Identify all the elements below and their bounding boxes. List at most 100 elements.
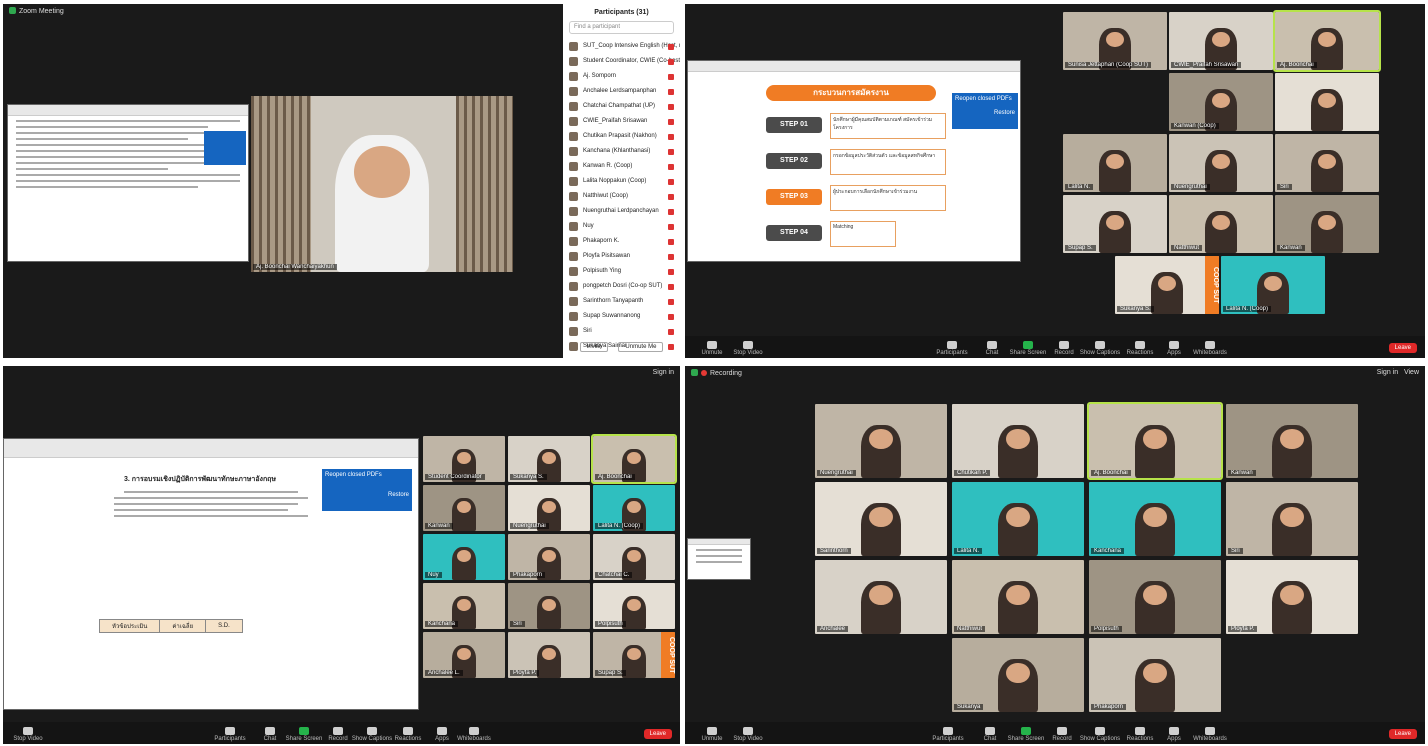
participant-name-label: Lalita N. bbox=[954, 548, 983, 554]
participant-video-tile[interactable]: Natthiwut bbox=[1169, 195, 1273, 253]
participant-video-tile[interactable]: Nuengruthai bbox=[1169, 134, 1273, 192]
participant-video-tile[interactable]: Lalita N. (Coop) bbox=[1221, 256, 1325, 314]
participant-video-tile[interactable]: Kanwan bbox=[423, 485, 505, 531]
step-01-label: STEP 01 bbox=[766, 117, 822, 133]
participant-video-tile[interactable]: Anchalee bbox=[815, 560, 947, 634]
participant-row[interactable]: Supap Suwannanong bbox=[563, 309, 680, 324]
participant-video-tile[interactable]: Lalita N. (Coop) bbox=[593, 485, 675, 531]
view-button[interactable]: View bbox=[1404, 369, 1419, 376]
participant-row[interactable]: Kanwan R. (Coop) bbox=[563, 159, 680, 174]
participant-video-tile[interactable]: Phakaporn bbox=[508, 534, 590, 580]
whiteboard-icon bbox=[1205, 341, 1215, 349]
leave-button[interactable]: Leave bbox=[643, 729, 672, 739]
participant-video-tile[interactable]: CWIE_Praifah Srisawan bbox=[1169, 12, 1273, 70]
speaker-video: Aj. Boonchai Wanchaiyakhun bbox=[251, 96, 513, 272]
participant-row[interactable]: Sarinthorn Tanyapanth bbox=[563, 294, 680, 309]
participant-row[interactable]: Phakaporn K. bbox=[563, 234, 680, 249]
participant-row[interactable]: Nuy bbox=[563, 219, 680, 234]
participant-row[interactable]: Natthiwut (Coop) bbox=[563, 189, 680, 204]
participant-video-tile[interactable]: Siri bbox=[1275, 134, 1379, 192]
stop-video-button[interactable]: Stop Video bbox=[725, 727, 771, 742]
participant-video-tile[interactable]: Nuengruthai bbox=[508, 485, 590, 531]
participant-video-tile[interactable]: Anchalee L. bbox=[423, 632, 505, 678]
invite-button[interactable]: Invite bbox=[579, 342, 608, 352]
participant-row[interactable]: Siri bbox=[563, 324, 680, 339]
participant-video-tile[interactable]: Kanwan bbox=[1226, 404, 1358, 478]
avatar bbox=[569, 57, 578, 66]
whiteboard-icon bbox=[1205, 727, 1215, 735]
whiteboards-button[interactable]: Whiteboards bbox=[1187, 341, 1233, 356]
participant-name-label: Polpisuth bbox=[1091, 626, 1122, 632]
participant-video-tile[interactable]: Supap S. bbox=[1063, 195, 1167, 253]
participant-video-tile[interactable]: COOP SUT Sukanya S. bbox=[1115, 256, 1219, 314]
step-04-text: Matching bbox=[830, 221, 896, 247]
participant-row[interactable]: SUT_Coop Intensive English (Host, me) bbox=[563, 39, 680, 54]
participant-video-tile[interactable]: Nuy bbox=[423, 534, 505, 580]
participant-video-tile[interactable]: Lalita N. bbox=[1063, 134, 1167, 192]
participant-video-tile[interactable]: Aj. Boonchai bbox=[591, 434, 677, 484]
participant-name-label: Kanwan bbox=[1228, 470, 1256, 476]
participant-search-input[interactable]: Find a participant bbox=[569, 21, 674, 34]
participant-row[interactable]: pongpetch Dosri (Co-op SUT) bbox=[563, 279, 680, 294]
participant-video-tile[interactable]: Kanchana bbox=[423, 583, 505, 629]
leave-button[interactable]: Leave bbox=[1388, 729, 1417, 739]
participant-video-tile[interactable]: Student Coordinator bbox=[423, 436, 505, 482]
participant-video-tile[interactable]: Aj. Boonchai bbox=[1273, 10, 1381, 72]
muted-mic-icon bbox=[668, 149, 674, 155]
participant-video-tile[interactable]: Chatchai C. bbox=[593, 534, 675, 580]
participant-video-tile[interactable]: Lalita N. bbox=[952, 482, 1084, 556]
participant-video-tile[interactable]: COOP SUT Supap S. bbox=[593, 632, 675, 678]
participant-video-tile[interactable]: Polpisuth bbox=[593, 583, 675, 629]
avatar bbox=[569, 147, 578, 156]
participant-row[interactable]: Ployfa Pisitsawan bbox=[563, 249, 680, 264]
screenshot-panel-1: Zoom Meeting Sign in Aj. Boonchai Wancha… bbox=[3, 4, 680, 358]
participant-video-tile[interactable]: Phakaporn bbox=[1089, 638, 1221, 712]
participant-video-tile[interactable]: Aj. Boonchai bbox=[1087, 402, 1223, 480]
sign-in-link[interactable]: Sign in bbox=[653, 369, 674, 376]
participant-video-tile[interactable]: Sukanya S. bbox=[508, 436, 590, 482]
stop-video-button[interactable]: Stop Video bbox=[5, 727, 51, 742]
stop-video-button[interactable]: Stop Video bbox=[725, 341, 771, 356]
participant-video-tile[interactable]: Polpisuth bbox=[1089, 560, 1221, 634]
participant-video-tile[interactable]: Siri bbox=[508, 583, 590, 629]
participant-row[interactable]: Lalita Noppakun (Coop) bbox=[563, 174, 680, 189]
participant-video-tile[interactable]: Chutikan P. bbox=[952, 404, 1084, 478]
participant-video-tile[interactable]: Siri bbox=[1226, 482, 1358, 556]
participant-video-tile[interactable]: Sukanya bbox=[952, 638, 1084, 712]
muted-mic-icon bbox=[668, 269, 674, 275]
participant-row[interactable]: Polpisuth Ying bbox=[563, 264, 680, 279]
participant-video-tile[interactable]: Kanwan (Coop) bbox=[1169, 73, 1273, 131]
restore-button[interactable]: Restore bbox=[955, 110, 1015, 116]
participant-row[interactable]: Student Coordinator, CWIE (Co-host) bbox=[563, 54, 680, 69]
participant-video-tile[interactable]: Sunisa Jettaphan (Coop SUT) bbox=[1063, 12, 1167, 70]
step-01-text: นักศึกษาผู้มีคุณสมบัติตามเกณฑ์ สมัครเข้า… bbox=[830, 113, 946, 139]
evaluation-table: หัวข้อประเมิน ค่าเฉลี่ย S.D. bbox=[98, 619, 243, 633]
participant-video-tile[interactable]: Ployfa P. bbox=[508, 632, 590, 678]
sign-in-link[interactable]: Sign in bbox=[1377, 369, 1398, 376]
participants-button[interactable]: Participants bbox=[925, 727, 971, 742]
window-titlebar: Sign in bbox=[3, 366, 680, 380]
participant-name-label: Phakaporn bbox=[510, 572, 546, 578]
whiteboards-button[interactable]: Whiteboards bbox=[1187, 727, 1233, 742]
pdf-toolbar bbox=[4, 439, 418, 458]
participant-video-tile[interactable]: Nuengruthai bbox=[815, 404, 947, 478]
participant-video-tile[interactable] bbox=[1275, 73, 1379, 131]
participant-row[interactable]: Chutikan Prapasit (Nakhon) bbox=[563, 129, 680, 144]
restore-button[interactable]: Restore bbox=[325, 492, 409, 498]
participant-video-tile[interactable]: Sarinthorn bbox=[815, 482, 947, 556]
participant-row[interactable]: Aj. Somporn bbox=[563, 69, 680, 84]
participant-video-tile[interactable]: Ployfa P. bbox=[1226, 560, 1358, 634]
participant-row[interactable]: Chatchai Champathat (UP) bbox=[563, 99, 680, 114]
participant-video-tile[interactable]: Kanchana bbox=[1089, 482, 1221, 556]
participant-video-tile[interactable]: Natthiwut bbox=[952, 560, 1084, 634]
participant-row[interactable]: Anchalee Lerdsampanphan bbox=[563, 84, 680, 99]
participant-row[interactable]: Nuengruthai Lerdpanchayan bbox=[563, 204, 680, 219]
unmute-me-button[interactable]: Unmute Me bbox=[618, 342, 664, 352]
shared-screen-thumbnail[interactable] bbox=[687, 538, 751, 580]
participant-video-tile[interactable]: Kanwan bbox=[1275, 195, 1379, 253]
participant-row[interactable]: CWIE_Praifah Srisawan bbox=[563, 114, 680, 129]
whiteboards-button[interactable]: Whiteboards bbox=[451, 727, 497, 742]
screenshot-panel-2: กระบวนการสมัครงาน STEP 01 นักศึกษาผู้มีค… bbox=[685, 4, 1425, 358]
participant-row[interactable]: Kanchana (Khlanthanasi) bbox=[563, 144, 680, 159]
leave-button[interactable]: Leave bbox=[1388, 343, 1417, 353]
